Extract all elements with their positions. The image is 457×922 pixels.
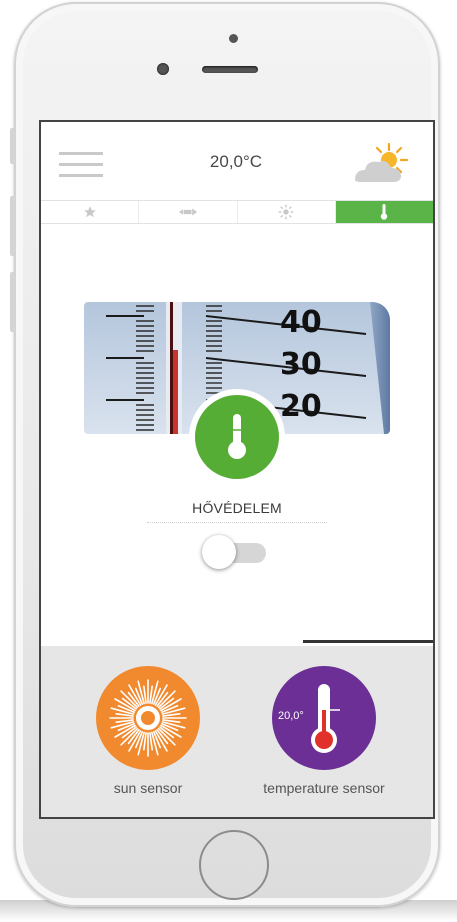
scroll-indicator — [303, 640, 433, 643]
sun-sensor-card[interactable]: sun sensor — [63, 666, 233, 796]
sun-sensor-label: sun sensor — [113, 780, 183, 796]
sun-behind-cloud-icon — [351, 142, 411, 186]
earpiece-speaker — [202, 66, 258, 73]
star-icon — [83, 206, 96, 218]
heat-protection-badge — [189, 389, 285, 485]
tab-wind[interactable] — [138, 201, 236, 223]
volume-up-button — [10, 196, 16, 256]
thermometer-icon: 20,0° — [272, 666, 376, 770]
tab-sun[interactable] — [236, 201, 335, 223]
home-button[interactable] — [199, 830, 269, 900]
thermometer-icon — [228, 414, 246, 459]
sunburst-icon — [96, 666, 200, 770]
tab-temperature[interactable] — [334, 201, 433, 223]
heat-protection-toggle[interactable] — [202, 535, 266, 569]
temperature-sensor-card[interactable]: 20,0° temperature sensor — [239, 666, 409, 796]
scale-label: 30 — [280, 347, 322, 382]
scale-label: 20 — [280, 389, 322, 424]
app-header: 20,0°C — [41, 122, 433, 200]
wind-icon — [178, 208, 197, 216]
current-temperature: 20,0°C — [209, 152, 263, 171]
temperature-sensor-label: temperature sensor — [263, 780, 385, 796]
app-screen: 20,0°C 40 30 20 HŐVÉDELEM sun sensor 20,… — [39, 120, 435, 819]
scale-label: 40 — [280, 305, 322, 340]
sensor-temperature-value: 20,0° — [278, 710, 304, 722]
sun-icon — [278, 204, 294, 220]
front-camera — [157, 63, 169, 75]
proximity-sensor — [229, 34, 238, 43]
volume-down-button — [10, 272, 16, 332]
tab-favorites[interactable] — [41, 201, 138, 223]
divider — [147, 522, 327, 523]
category-tabs — [41, 200, 433, 224]
feature-label: HŐVÉDELEM — [192, 500, 282, 516]
mute-switch — [10, 128, 16, 164]
thermometer-icon — [381, 204, 388, 220]
sensor-panel: sun sensor 20,0° temperature sensor — [41, 646, 433, 817]
hamburger-icon[interactable] — [59, 152, 103, 178]
